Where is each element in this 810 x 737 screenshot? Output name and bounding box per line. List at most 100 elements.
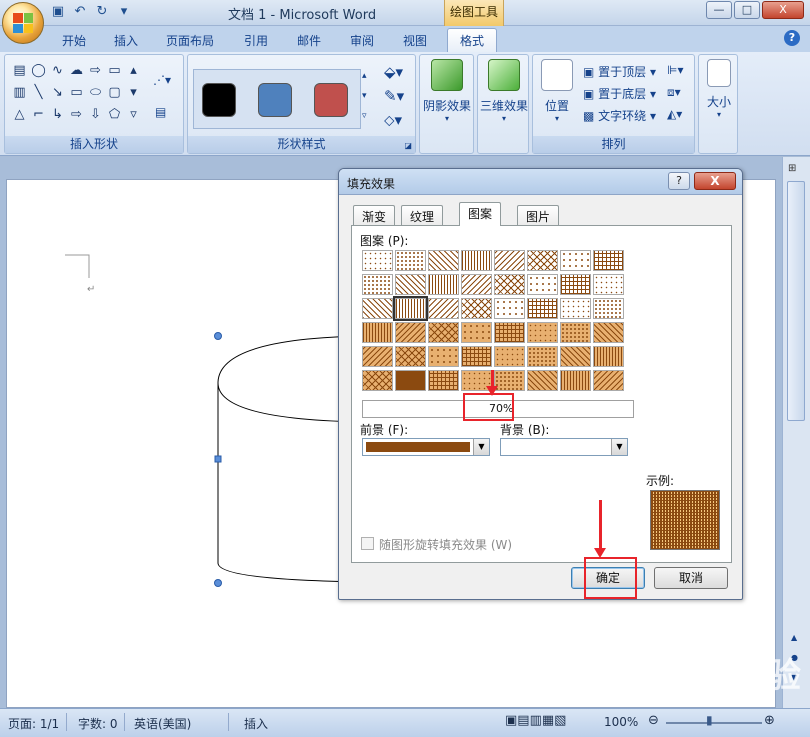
styles-scroll-up-icon[interactable]: ▴ [362,71,367,81]
pattern-swatch[interactable] [428,298,459,319]
pattern-swatch[interactable] [461,298,492,319]
tab-gradient[interactable]: 渐变 [353,205,396,225]
pentagon-shape-icon[interactable]: ⬠ [106,105,123,125]
gallery-down-icon[interactable]: ▾ [125,83,142,103]
pattern-swatch[interactable] [527,298,558,319]
pattern-swatch[interactable] [362,370,393,391]
resize-handle-left[interactable] [214,455,222,463]
styles-more-icon[interactable]: ▿ [362,111,367,121]
bring-to-front-button[interactable]: ▣ 置于顶层 ▾ [583,63,656,80]
tab-view[interactable]: 视图 [403,32,427,49]
arrow-shape-icon[interactable]: ⇨ [87,61,104,81]
right-arrow-shape-icon[interactable]: ⇨ [68,105,85,125]
page-count[interactable]: 页面: 1/1 [8,715,59,732]
oval-shape-icon[interactable]: ◯ [30,61,47,81]
shape-styles-gallery[interactable] [193,69,361,129]
redo-icon[interactable]: ↻ [94,4,110,20]
pattern-swatch[interactable] [362,298,393,319]
pattern-swatch[interactable] [494,298,525,319]
help-icon[interactable]: ? [784,30,800,46]
down-arrow-shape-icon[interactable]: ⇩ [87,105,104,125]
text-wrap-button[interactable]: ▩ 文字环绕 ▾ [583,107,656,124]
pattern-swatch[interactable] [461,346,492,367]
pattern-swatch[interactable] [527,346,558,367]
zoom-level[interactable]: 100% [604,715,638,729]
customize-qat-icon[interactable]: ▾ [116,4,132,20]
dialog-title-bar[interactable]: 填充效果 ? X [339,169,742,195]
pattern-swatch[interactable] [527,250,558,271]
pattern-swatch[interactable] [461,274,492,295]
edit-shape-icon[interactable]: ⋰▾ [153,73,171,87]
pattern-swatch[interactable] [428,274,459,295]
pattern-swatch[interactable] [362,274,393,295]
text-box-icon[interactable]: ▤ [155,105,166,119]
style-swatch-red[interactable] [314,83,348,117]
callout-shape-icon[interactable]: ☁ [68,61,85,81]
language-indicator[interactable]: 英语(美国) [134,715,191,732]
pattern-swatch[interactable] [527,322,558,343]
office-button[interactable] [2,2,44,44]
shadow-effects-button[interactable]: 阴影效果 ▾ [423,59,471,123]
word-count[interactable]: 字数: 0 [78,715,118,732]
pattern-swatch[interactable] [560,322,591,343]
rect-callout-shape-icon[interactable]: ▭ [106,61,123,81]
tab-pattern[interactable]: 图案 [459,202,502,226]
send-to-back-button[interactable]: ▣ 置于底层 ▾ [583,85,656,102]
elbow-connector-shape-icon[interactable]: ⌐ [30,105,47,125]
shapes-gallery[interactable]: ▤ ◯ ∿ ☁ ⇨ ▭ ▴ ▥ ╲ ↘ ▭ ⬭ ▢ ▾ △ ⌐ ↳ ⇨ ⇩ ⬠ … [11,61,142,125]
tab-insert[interactable]: 插入 [114,32,138,49]
3d-effects-button[interactable]: 三维效果 ▾ [480,59,528,123]
size-button[interactable]: 大小 ▾ [701,59,737,119]
pattern-swatch[interactable] [393,296,428,321]
tab-review[interactable]: 审阅 [350,32,374,49]
pattern-swatch[interactable] [560,274,591,295]
chevron-down-icon[interactable]: ▼ [611,439,627,455]
rounded-rect-shape-icon[interactable]: ▢ [106,83,123,103]
rotate-with-shape-checkbox[interactable] [361,537,374,550]
tab-page-layout[interactable]: 页面布局 [166,32,214,49]
tab-picture[interactable]: 图片 [517,205,560,225]
zoom-out-icon[interactable]: ⊖ [648,713,659,728]
rectangle-shape-icon[interactable]: ▭ [68,83,85,103]
pattern-swatch[interactable] [428,370,459,391]
pattern-swatch[interactable] [593,346,624,367]
group-objects-icon[interactable]: ⧈▾ [667,85,681,100]
pattern-swatch[interactable] [395,346,426,367]
save-icon[interactable]: ▣ [50,4,66,20]
pattern-swatch[interactable] [494,346,525,367]
style-swatch-black[interactable] [202,83,236,117]
dialog-close-button[interactable]: X [694,172,736,190]
zoom-slider[interactable] [666,722,762,724]
pattern-swatch[interactable] [527,370,558,391]
ruler-toggle-icon[interactable]: ⊞ [788,163,796,174]
close-window-button[interactable]: X [762,1,804,19]
position-button[interactable]: 位置 ▾ [537,59,577,123]
pattern-swatch[interactable] [362,322,393,343]
vertical-scrollbar[interactable]: ⊞ ▲ ● ▼ [782,157,810,708]
dialog-help-button[interactable]: ? [668,172,690,190]
cancel-button[interactable]: 取消 [654,567,728,589]
pattern-swatch[interactable] [362,346,393,367]
pattern-swatch[interactable] [593,274,624,295]
pattern-swatch[interactable] [428,322,459,343]
tab-references[interactable]: 引用 [244,32,268,49]
pattern-swatch[interactable] [593,322,624,343]
minimize-button[interactable]: — [706,1,732,19]
foreground-color-dropdown[interactable]: ▼ [362,438,490,456]
pattern-swatch[interactable] [494,322,525,343]
pattern-swatch[interactable] [593,298,624,319]
pattern-swatch[interactable] [593,370,624,391]
pattern-swatch[interactable] [395,274,426,295]
pattern-swatch[interactable] [461,322,492,343]
line-shape-icon[interactable]: ╲ [30,83,47,103]
textbox-shape-icon[interactable]: ▤ [11,61,28,81]
style-swatch-blue[interactable] [258,83,292,117]
tab-format[interactable]: 格式 [447,28,498,53]
rotate-icon[interactable]: ◭▾ [667,107,682,121]
undo-icon[interactable]: ↶ [72,4,88,20]
gallery-more-icon[interactable]: ▿ [125,105,142,125]
ellipse-shape-icon[interactable]: ⬭ [87,83,104,103]
pattern-swatch[interactable] [560,298,591,319]
zoom-in-icon[interactable]: ⊕ [764,713,775,728]
background-color-dropdown[interactable]: ▼ [500,438,628,456]
